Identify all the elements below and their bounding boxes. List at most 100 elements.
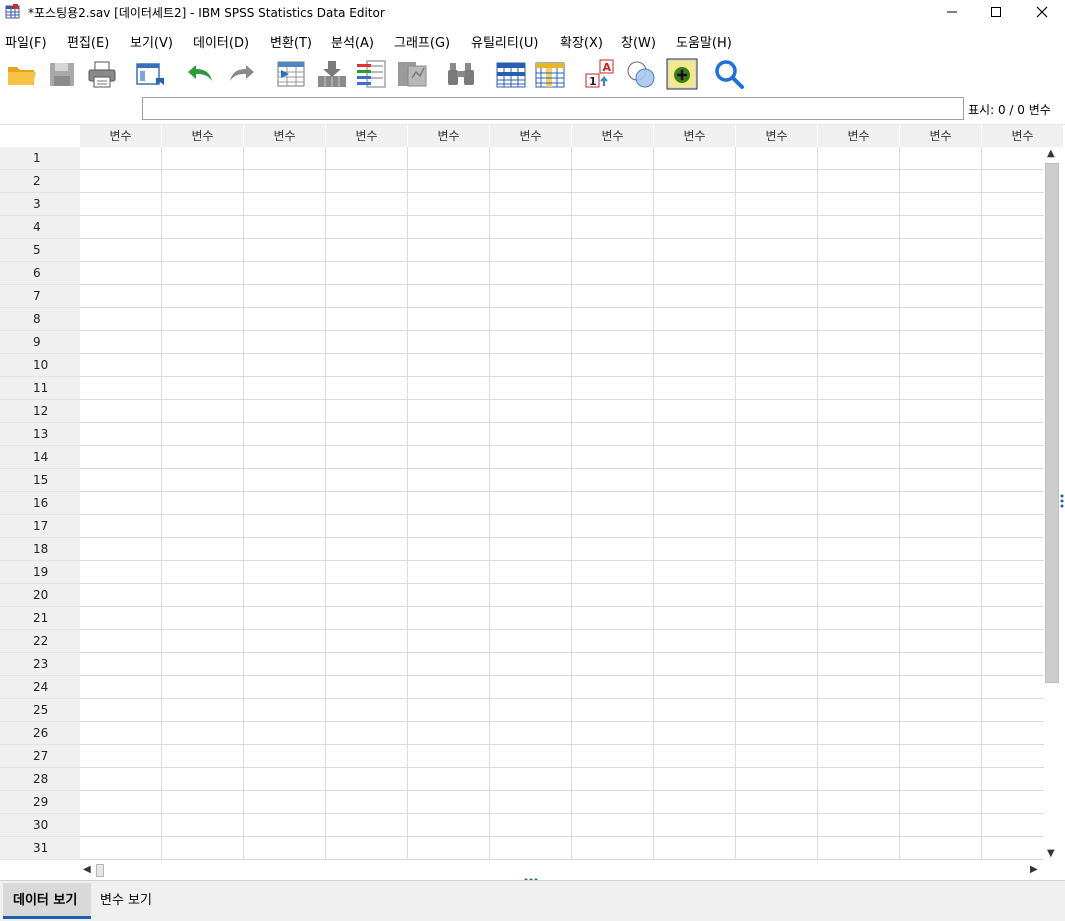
- row-number[interactable]: 8: [0, 308, 80, 331]
- menu-transform[interactable]: 변환(T): [270, 32, 312, 51]
- data-cell[interactable]: [654, 745, 736, 768]
- data-cell[interactable]: [326, 469, 408, 492]
- data-cell[interactable]: [654, 630, 736, 653]
- data-cell[interactable]: [654, 768, 736, 791]
- data-cell[interactable]: [326, 584, 408, 607]
- data-cell[interactable]: [818, 676, 900, 699]
- data-cell[interactable]: [80, 216, 162, 239]
- data-cell[interactable]: [736, 285, 818, 308]
- data-cell[interactable]: [244, 607, 326, 630]
- data-cell[interactable]: [162, 285, 244, 308]
- scroll-left-icon[interactable]: ◀: [83, 864, 91, 875]
- data-cell[interactable]: [162, 814, 244, 837]
- data-cell[interactable]: [900, 469, 982, 492]
- data-cell[interactable]: [244, 676, 326, 699]
- data-cell[interactable]: [80, 193, 162, 216]
- data-cell[interactable]: [490, 561, 572, 584]
- grid-corner[interactable]: [0, 125, 80, 147]
- data-cell[interactable]: [80, 285, 162, 308]
- data-cell[interactable]: [654, 814, 736, 837]
- data-cell[interactable]: [982, 423, 1044, 446]
- data-cell[interactable]: [900, 446, 982, 469]
- data-cell[interactable]: [244, 630, 326, 653]
- data-cell[interactable]: [326, 768, 408, 791]
- data-cell[interactable]: [572, 676, 654, 699]
- menu-edit[interactable]: 편집(E): [67, 32, 109, 51]
- data-cell[interactable]: [244, 193, 326, 216]
- data-cell[interactable]: [982, 630, 1044, 653]
- data-cell[interactable]: [982, 607, 1044, 630]
- data-cell[interactable]: [162, 607, 244, 630]
- data-cell[interactable]: [818, 722, 900, 745]
- data-cell[interactable]: [244, 515, 326, 538]
- data-cell[interactable]: [572, 147, 654, 170]
- goto-case-icon[interactable]: [275, 58, 307, 90]
- data-cell[interactable]: [654, 216, 736, 239]
- data-cell[interactable]: [80, 331, 162, 354]
- data-cell[interactable]: [982, 446, 1044, 469]
- data-cell[interactable]: [982, 814, 1044, 837]
- data-cell[interactable]: [572, 331, 654, 354]
- menu-data[interactable]: 데이터(D): [193, 32, 249, 51]
- data-cell[interactable]: [162, 239, 244, 262]
- data-cell[interactable]: [572, 607, 654, 630]
- data-cell[interactable]: [80, 239, 162, 262]
- row-number[interactable]: 1: [0, 147, 80, 170]
- close-button[interactable]: [1019, 0, 1065, 24]
- data-cell[interactable]: [408, 147, 490, 170]
- data-cell[interactable]: [490, 630, 572, 653]
- data-cell[interactable]: [900, 308, 982, 331]
- data-cell[interactable]: [326, 377, 408, 400]
- data-cell[interactable]: [490, 469, 572, 492]
- data-cell[interactable]: [326, 308, 408, 331]
- data-cell[interactable]: [982, 308, 1044, 331]
- tab-variable-view[interactable]: 변수 보기: [90, 883, 162, 919]
- data-cell[interactable]: [490, 745, 572, 768]
- data-cell[interactable]: [80, 423, 162, 446]
- data-cell[interactable]: [654, 699, 736, 722]
- menu-graphs[interactable]: 그래프(G): [394, 32, 450, 51]
- data-cell[interactable]: [982, 492, 1044, 515]
- data-cell[interactable]: [900, 699, 982, 722]
- data-cell[interactable]: [244, 377, 326, 400]
- data-cell[interactable]: [326, 699, 408, 722]
- data-cell[interactable]: [900, 193, 982, 216]
- data-cell[interactable]: [80, 745, 162, 768]
- data-cell[interactable]: [818, 170, 900, 193]
- data-cell[interactable]: [162, 538, 244, 561]
- data-cell[interactable]: [982, 469, 1044, 492]
- row-number[interactable]: 4: [0, 216, 80, 239]
- data-cell[interactable]: [654, 377, 736, 400]
- data-cell[interactable]: [654, 538, 736, 561]
- data-cell[interactable]: [900, 768, 982, 791]
- data-cell[interactable]: [326, 285, 408, 308]
- insert-cases-icon[interactable]: [495, 58, 527, 90]
- data-cell[interactable]: [408, 377, 490, 400]
- data-cell[interactable]: [244, 400, 326, 423]
- column-header[interactable]: 변수: [982, 125, 1064, 147]
- data-cell[interactable]: [818, 653, 900, 676]
- cell-value-input[interactable]: [142, 97, 964, 120]
- data-cell[interactable]: [490, 722, 572, 745]
- data-cell[interactable]: [490, 837, 572, 860]
- row-number[interactable]: 18: [0, 538, 80, 561]
- menu-view[interactable]: 보기(V): [130, 32, 173, 51]
- data-cell[interactable]: [736, 377, 818, 400]
- data-cell[interactable]: [80, 170, 162, 193]
- data-cell[interactable]: [572, 745, 654, 768]
- data-cell[interactable]: [162, 699, 244, 722]
- menu-window[interactable]: 창(W): [621, 32, 656, 51]
- data-cell[interactable]: [80, 837, 162, 860]
- data-cell[interactable]: [982, 722, 1044, 745]
- data-cell[interactable]: [654, 584, 736, 607]
- data-cell[interactable]: [572, 837, 654, 860]
- row-number[interactable]: 3: [0, 193, 80, 216]
- data-cell[interactable]: [572, 538, 654, 561]
- data-cell[interactable]: [572, 515, 654, 538]
- data-cell[interactable]: [818, 607, 900, 630]
- redo-icon[interactable]: [226, 58, 258, 90]
- data-cell[interactable]: [654, 515, 736, 538]
- row-number[interactable]: 16: [0, 492, 80, 515]
- data-cell[interactable]: [326, 630, 408, 653]
- data-cell[interactable]: [818, 515, 900, 538]
